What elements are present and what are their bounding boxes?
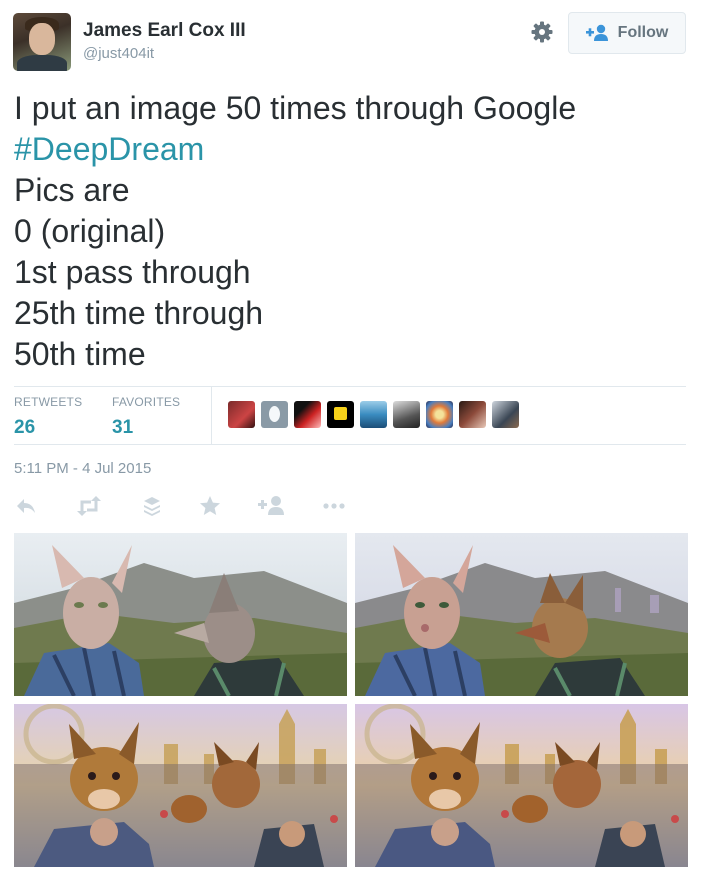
- tweet-line: 50th time: [14, 336, 146, 372]
- favoriter-avatars: [228, 401, 525, 428]
- favoriter-avatar[interactable]: [228, 401, 255, 428]
- author-avatar[interactable]: [13, 13, 71, 71]
- tweet-timestamp[interactable]: 5:11 PM - 4 Jul 2015: [14, 460, 151, 477]
- favoriter-avatar[interactable]: [393, 401, 420, 428]
- favoriter-avatar[interactable]: [492, 401, 519, 428]
- media-photo-25th-pass[interactable]: [14, 704, 347, 867]
- tweet-line: Pics are: [14, 172, 130, 208]
- favoriter-avatar[interactable]: [261, 401, 288, 428]
- stats-divider: [211, 387, 212, 444]
- more-icon[interactable]: [322, 494, 346, 518]
- author-screen-name[interactable]: @just404it: [83, 45, 154, 62]
- avatar-face: [29, 23, 55, 55]
- follow-icon[interactable]: [258, 494, 286, 518]
- media-grid: [14, 533, 688, 867]
- media-photo-50th-pass[interactable]: [355, 704, 688, 867]
- follow-button-label: Follow: [617, 24, 669, 41]
- tweet-line: 0 (original): [14, 213, 166, 249]
- retweet-icon[interactable]: [76, 494, 101, 518]
- add-user-icon: [585, 24, 608, 41]
- favoriter-avatar[interactable]: [426, 401, 453, 428]
- follow-button[interactable]: Follow: [568, 12, 686, 54]
- tweet-stats: RETWEETS 26 FAVORITES 31: [14, 386, 686, 445]
- tweet-line: I put an image 50 times through Google: [14, 90, 577, 126]
- retweets-count: 26: [14, 417, 36, 438]
- reply-icon[interactable]: [14, 494, 38, 518]
- author-display-name[interactable]: James Earl Cox III: [83, 20, 246, 42]
- favoriter-avatar[interactable]: [294, 401, 321, 428]
- tweet-line: 1st pass through: [14, 254, 251, 290]
- tweet-line: 25th time through: [14, 295, 264, 331]
- media-photo-original[interactable]: [14, 533, 347, 696]
- media-photo-first-pass[interactable]: [355, 533, 688, 696]
- avatar-shirt: [17, 55, 67, 71]
- favoriter-avatar[interactable]: [327, 401, 354, 428]
- hashtag-link[interactable]: #DeepDream: [14, 129, 684, 170]
- favoriter-avatar[interactable]: [360, 401, 387, 428]
- buffer-icon[interactable]: [140, 494, 164, 518]
- favorites-stat[interactable]: FAVORITES 31: [112, 395, 180, 439]
- gear-icon[interactable]: [530, 20, 554, 44]
- favoriter-avatar[interactable]: [459, 401, 486, 428]
- retweets-label: RETWEETS: [14, 395, 83, 409]
- favorite-icon[interactable]: [198, 494, 222, 518]
- favorites-count: 31: [112, 417, 134, 438]
- tweet-text: I put an image 50 times through Google #…: [14, 88, 684, 375]
- retweets-stat[interactable]: RETWEETS 26: [14, 395, 82, 439]
- favorites-label: FAVORITES: [112, 395, 181, 409]
